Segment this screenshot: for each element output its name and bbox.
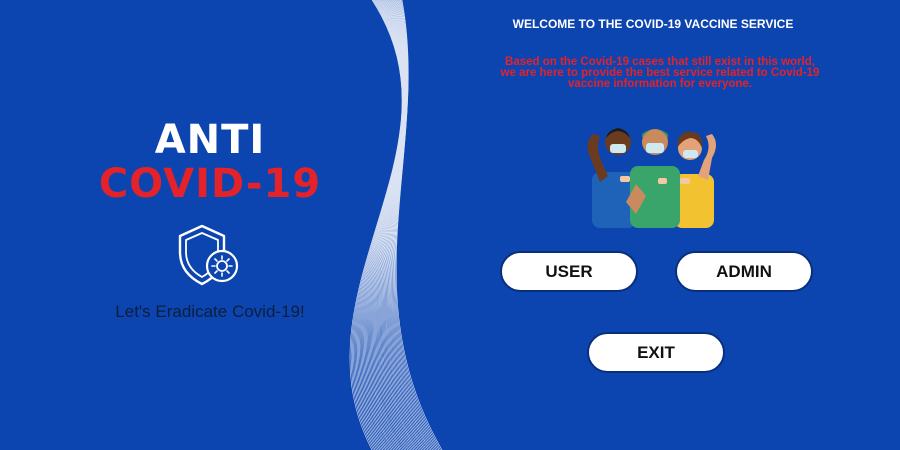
welcome-title: WELCOME TO THE COVID-19 VACCINE SERVICE bbox=[512, 17, 794, 31]
welcome-description: Based on the Covid-19 cases that still e… bbox=[500, 56, 820, 90]
brand-panel: ANTI COVID-19 Let's Eradicate Covid-19! bbox=[60, 118, 360, 322]
brand-title-anti: ANTI bbox=[154, 117, 266, 163]
tagline: Let's Eradicate Covid-19! bbox=[115, 302, 305, 321]
exit-button[interactable]: EXIT bbox=[587, 332, 725, 373]
vaccinated-people-illustration bbox=[587, 128, 716, 228]
shield-virus-icon bbox=[170, 222, 250, 288]
admin-button[interactable]: ADMIN bbox=[675, 251, 813, 292]
user-button[interactable]: USER bbox=[500, 251, 638, 292]
brand-title-covid: COVID-19 bbox=[98, 161, 322, 207]
